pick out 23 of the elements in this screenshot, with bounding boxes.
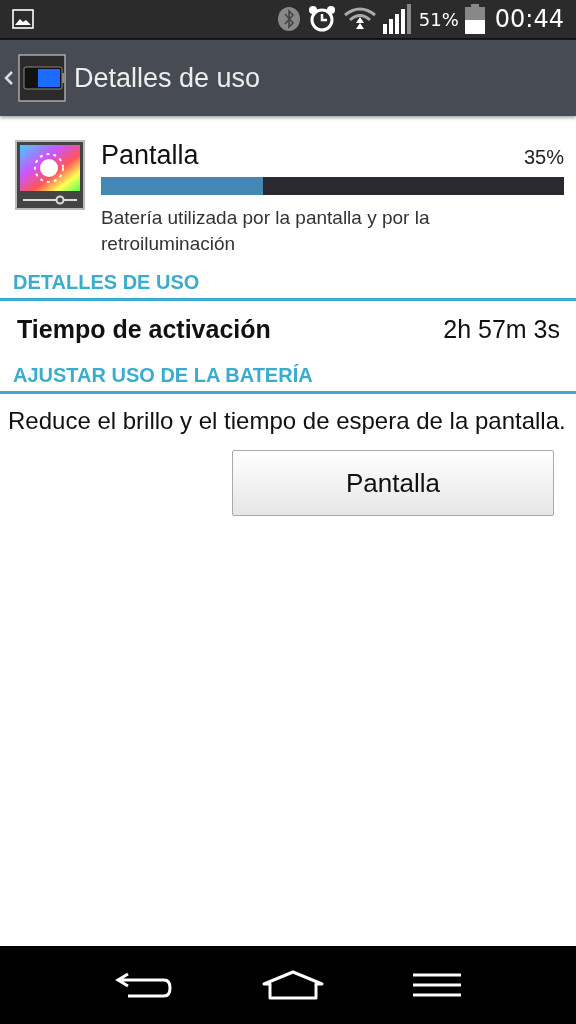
back-chevron-icon	[4, 70, 14, 86]
battery-percent: 51%	[418, 8, 459, 30]
alarm-clock-icon	[306, 5, 337, 33]
hint-text: Reduce el brillo y el tiempo de espera de la pantalla.	[7, 406, 567, 436]
usage-percent: 35%	[523, 146, 564, 169]
section-header: DETALLES DE USO	[0, 265, 576, 301]
battery-icon	[464, 4, 485, 34]
bluetooth-icon	[276, 6, 301, 32]
signal-icon	[382, 4, 413, 34]
battery-icon	[18, 54, 66, 102]
home-icon[interactable]	[262, 970, 324, 1000]
app-name: Pantalla	[101, 140, 199, 171]
picture-icon	[12, 9, 34, 29]
wifi-icon	[342, 7, 377, 31]
stat-value: 2h 57m 3s	[443, 315, 560, 344]
section-header: AJUSTAR USO DE LA BATERÍA	[0, 358, 576, 394]
display-brightness-icon	[15, 140, 85, 210]
clock-time: 00:44	[494, 5, 564, 33]
stat-label: Tiempo de activación	[17, 315, 271, 344]
display-settings-button[interactable]: Pantalla	[232, 450, 554, 516]
screen-title: Detalles de uso	[74, 62, 261, 94]
usage-description: Batería utilizada por la pantalla y por la retroiluminación	[101, 206, 431, 256]
menu-icon[interactable]	[412, 972, 462, 998]
